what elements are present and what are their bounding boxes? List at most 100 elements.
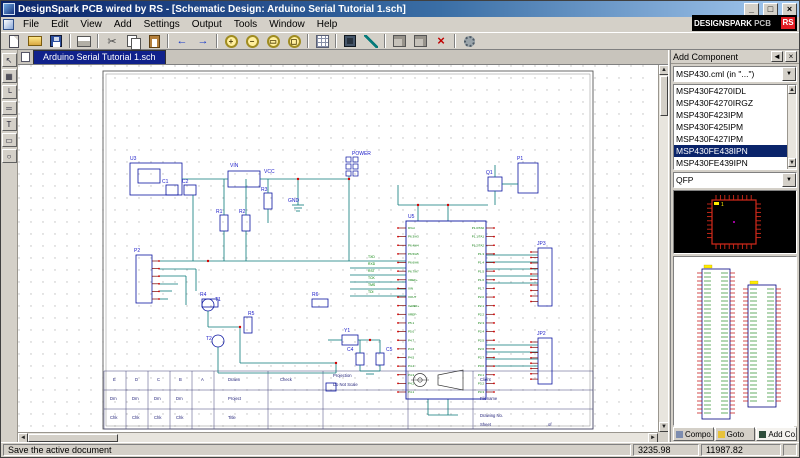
- panel-tab-label: Add Co...: [768, 430, 797, 439]
- menu-item-edit[interactable]: Edit: [45, 18, 74, 31]
- bus-tool[interactable]: ═: [2, 101, 17, 115]
- delete-button[interactable]: [431, 33, 451, 49]
- list-item[interactable]: MSP430FE439IPN: [674, 157, 796, 169]
- print-button[interactable]: [74, 33, 94, 49]
- menu-item-output[interactable]: Output: [186, 18, 228, 31]
- add-wire-button[interactable]: [361, 33, 381, 49]
- svg-text:Drn: Drn: [110, 396, 117, 401]
- logo-brand: DESIGNSPARK: [694, 19, 752, 28]
- minimize-button[interactable]: _: [744, 3, 759, 16]
- svg-text:TCK: TCK: [368, 276, 376, 280]
- svg-text:T2: T2: [206, 336, 212, 342]
- component-list[interactable]: MSP430F4270IDLMSP430F4270IRGZMSP430F423I…: [673, 84, 797, 170]
- list-item[interactable]: MSP430F423IPM: [674, 109, 796, 121]
- menu-item-settings[interactable]: Settings: [138, 18, 186, 31]
- wire-tool[interactable]: └: [2, 85, 17, 99]
- list-scrollbar[interactable]: ▲▼: [787, 85, 796, 169]
- svg-text:JP2: JP2: [537, 331, 546, 337]
- list-item[interactable]: MSP430FE438IPN: [674, 145, 796, 157]
- settings-button[interactable]: [459, 33, 479, 49]
- svg-text:Chk: Chk: [110, 415, 118, 420]
- canvas-horizontal-scrollbar[interactable]: ◄ ►: [18, 432, 658, 442]
- zoom-window-button[interactable]: ▭: [263, 33, 283, 49]
- zoom-out-button[interactable]: −: [242, 33, 262, 49]
- app-window: DesignSpark PCB wired by RS - [Schematic…: [0, 0, 800, 458]
- canvas-vertical-scrollbar[interactable]: ▲ ▼: [658, 65, 668, 432]
- cut-button[interactable]: [102, 33, 122, 49]
- new-button[interactable]: [4, 33, 24, 49]
- svg-text:Drn: Drn: [132, 396, 139, 401]
- svg-text:GND: GND: [288, 198, 300, 204]
- undo-button[interactable]: [172, 33, 192, 49]
- copy-button[interactable]: [123, 33, 143, 49]
- translate-to-pcb-button[interactable]: [410, 33, 430, 49]
- svg-text:P1.6: P1.6: [478, 278, 485, 282]
- shape-tool[interactable]: ▭: [2, 133, 17, 147]
- copy-icon: [127, 35, 140, 48]
- list-item[interactable]: MSP430F4270IRGZ: [674, 97, 796, 109]
- view-3d-button[interactable]: [389, 33, 409, 49]
- grid-button[interactable]: [312, 33, 332, 49]
- horizontal-scroll-thumb[interactable]: [28, 434, 118, 442]
- toolbar-separator: [335, 34, 337, 48]
- chevron-down-icon[interactable]: ▼: [782, 173, 796, 187]
- svg-text:1: 1: [721, 202, 724, 208]
- status-message: Save the active document: [3, 444, 631, 456]
- package-select[interactable]: QFP ▼: [673, 172, 797, 188]
- component-tool[interactable]: ▦: [2, 69, 17, 83]
- add-component-button[interactable]: [340, 33, 360, 49]
- window-title: DesignSpark PCB wired by RS - [Schematic…: [18, 4, 740, 15]
- library-select[interactable]: MSP430.cml (in "...") ▼: [673, 66, 797, 82]
- scroll-up-icon[interactable]: ▲: [788, 85, 796, 94]
- dock-left-icon[interactable]: ◄: [771, 51, 783, 62]
- app-icon: [3, 3, 15, 15]
- text-tool[interactable]: T: [2, 117, 17, 131]
- document-tab[interactable]: Arduino Serial Tutorial 1.sch: [33, 50, 166, 64]
- list-item[interactable]: MSP430F427IPM: [674, 133, 796, 145]
- svg-text:P4.6: P4.6: [408, 347, 415, 351]
- menu-item-help[interactable]: Help: [311, 18, 344, 31]
- menu-item-window[interactable]: Window: [263, 18, 311, 31]
- menu-item-add[interactable]: Add: [108, 18, 138, 31]
- scroll-down-icon[interactable]: ▼: [788, 158, 796, 167]
- paste-button[interactable]: [144, 33, 164, 49]
- panel-tab-addco[interactable]: Add Co...: [756, 427, 797, 441]
- svg-text:VIN: VIN: [230, 163, 239, 169]
- redo-button[interactable]: [193, 33, 213, 49]
- list-item[interactable]: MSP430F425IPM: [674, 121, 796, 133]
- svg-text:Drn: Drn: [176, 396, 183, 401]
- maximize-button[interactable]: □: [763, 3, 778, 16]
- select-tool[interactable]: ↖: [2, 53, 17, 67]
- circle-tool[interactable]: ○: [2, 149, 17, 163]
- panel-close-icon[interactable]: ×: [785, 51, 797, 62]
- child-window-icon[interactable]: [3, 19, 14, 30]
- schematic-canvas[interactable]: EDCBADrawnCheckProjectionDo Not ScaleDrn…: [18, 65, 658, 432]
- footprint-preview[interactable]: 1: [673, 190, 797, 254]
- svg-text:P4.1: P4.1: [408, 390, 415, 394]
- zoom-in-button[interactable]: +: [221, 33, 241, 49]
- panel-tab-goto[interactable]: Goto: [715, 427, 756, 441]
- close-button[interactable]: ×: [782, 3, 797, 16]
- schematic-drawing[interactable]: EDCBADrawnCheckProjectionDo Not ScaleDrn…: [18, 65, 650, 432]
- zoom-full-button[interactable]: ◻: [284, 33, 304, 49]
- add-wire-icon: [364, 35, 378, 48]
- cursor-x-coordinate: 3235.98: [633, 444, 699, 456]
- list-scroll-track[interactable]: [788, 94, 796, 158]
- svg-text:P2.4: P2.4: [478, 330, 485, 334]
- menu-item-view[interactable]: View: [74, 18, 108, 31]
- svg-text:DVcc: DVcc: [408, 226, 416, 230]
- symbol-preview[interactable]: [673, 256, 797, 426]
- save-button[interactable]: [46, 33, 66, 49]
- chevron-down-icon[interactable]: ▼: [782, 67, 796, 81]
- menu-item-file[interactable]: File: [17, 18, 45, 31]
- open-button[interactable]: [25, 33, 45, 49]
- vertical-scroll-thumb[interactable]: [660, 76, 668, 116]
- panel-header: Add Component ◄ ×: [671, 50, 799, 64]
- list-item[interactable]: MSP430F4270IDL: [674, 85, 796, 97]
- svg-text:POWER: POWER: [352, 151, 371, 157]
- svg-text:P4.3: P4.3: [408, 373, 415, 377]
- svg-text:P1: P1: [517, 156, 523, 162]
- print-icon: [77, 36, 91, 47]
- menu-item-tools[interactable]: Tools: [228, 18, 263, 31]
- panel-tab-compo[interactable]: Compo...: [673, 427, 714, 441]
